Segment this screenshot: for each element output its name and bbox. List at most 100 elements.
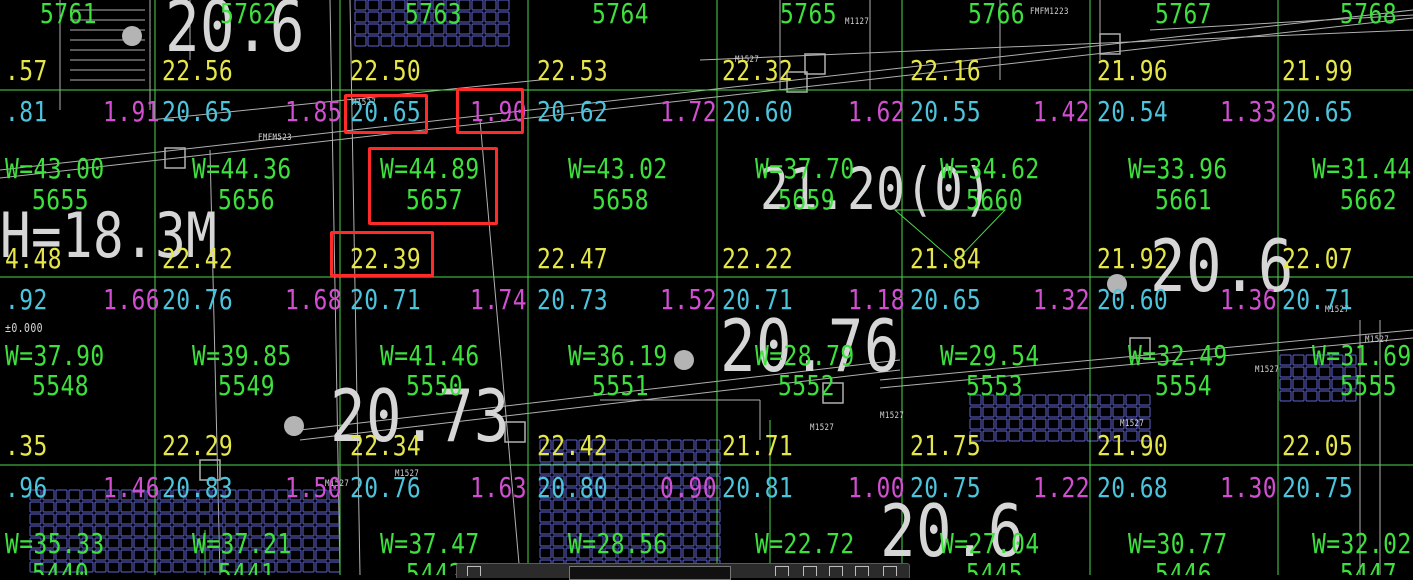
seat-block-far-right [1292,366,1305,378]
seat-block-left [42,513,55,525]
seat-block-left [133,561,146,573]
seat-block-left [146,561,159,573]
seat-block-right [1073,418,1086,430]
seat-block-far-right [1305,390,1318,402]
seat-block-far-right [1279,354,1292,366]
room-id-label: 5550 [406,369,463,402]
ground-elevation-label: .35 [5,429,48,462]
ground-elevation-label: 22.29 [162,429,234,462]
room-id-label: 5763 [405,0,462,30]
seat-block-left [198,513,211,525]
seat-block-far-right [1292,354,1305,366]
seat-block-top [380,11,393,23]
door-tag: M1527 [810,423,835,433]
depth-value-label: 1.63 [470,471,527,504]
depth-value-label: 0.90 [660,471,717,504]
seat-block-left [172,561,185,573]
seat-block-top [393,23,406,35]
layer-dropdown[interactable] [569,566,731,580]
seat-block-center [552,523,565,535]
floor-elevation-label: 20.71 [722,283,794,316]
room-area-label: W=37.90 [5,339,105,372]
seat-block-left [29,513,42,525]
seat-block-right [982,418,995,430]
depth-value-label: 1.36 [1220,283,1277,316]
cad-drawing-canvas[interactable]: 20.6 H=18.3M 21.20(0) 20.6 20.76 20.73 20.6 ±0.… [0,0,1413,575]
seat-block-left [146,525,159,537]
seat-block-right [1060,418,1073,430]
seat-block-top [497,23,510,35]
seat-block-right [1086,406,1099,418]
seat-block-left [237,489,250,501]
seat-block-left [328,513,341,525]
seat-block-right [1099,394,1112,406]
seat-block-left [133,549,146,561]
room-area-label: W=41.46 [380,339,480,372]
room-area-label: W=27.04 [940,527,1040,560]
seat-block-center [643,451,656,463]
seat-block-center [539,535,552,547]
seat-block-right [1008,430,1021,442]
floor-elevation-label: 20.73 [537,283,609,316]
seat-block-center [695,523,708,535]
seat-block-right [1099,406,1112,418]
seat-block-center [643,487,656,499]
seat-block-center [539,523,552,535]
seat-block-center [630,439,643,451]
seat-block-right [1125,406,1138,418]
ground-elevation-label: 22.56 [162,54,234,87]
room-id-label: 5761 [40,0,97,30]
ground-elevation-label: 22.42 [537,429,609,462]
room-id-label: 5766 [968,0,1025,30]
ground-elevation-label: 4.48 [5,242,62,275]
seat-block-center [552,511,565,523]
room-id-label: 5549 [218,369,275,402]
seat-block-center [708,451,721,463]
seat-block-right [1034,418,1047,430]
cad-bottom-toolbar[interactable] [456,563,910,580]
ground-elevation-label: 22.34 [350,429,422,462]
seat-block-center [708,511,721,523]
seat-block-left [68,489,81,501]
seat-block-right [1034,406,1047,418]
depth-value-label: 1.91 [103,95,160,128]
seat-block-top [471,11,484,23]
room-area-label: W=36.19 [568,339,668,372]
seat-block-center [682,439,695,451]
seat-block-left [263,513,276,525]
room-id-label: 5442 [406,557,463,576]
seat-block-left [159,513,172,525]
seat-block-right [1008,418,1021,430]
room-area-label: W=28.56 [568,527,668,560]
floor-elevation-label: 20.65 [162,95,234,128]
seat-block-center [539,547,552,559]
door-tag: FMFM1223 [1030,7,1069,17]
room-area-label: W=44.36 [192,152,292,185]
room-id-label: 5446 [1155,557,1212,576]
seat-block-top [497,35,510,47]
seat-block-left [120,513,133,525]
depth-value-label: 1.18 [848,283,905,316]
door-tag: FMFM523 [258,133,292,143]
seat-block-left [159,561,172,573]
seat-block-left [289,561,302,573]
seat-block-top [380,35,393,47]
room-id-label: 5445 [966,557,1023,576]
seat-block-center [682,511,695,523]
seat-block-center [617,511,630,523]
seat-block-top [354,35,367,47]
seat-block-left [159,549,172,561]
seat-block-right [1138,406,1151,418]
seat-block-top [497,0,510,11]
ground-elevation-label: 22.05 [1282,429,1354,462]
seat-block-center [630,451,643,463]
seat-block-right [1034,430,1047,442]
seat-block-left [133,525,146,537]
seat-block-center [708,535,721,547]
door-tag: M1527 [880,411,905,421]
seat-block-left [172,525,185,537]
seat-block-center [630,511,643,523]
seat-block-right [1034,394,1047,406]
floor-elevation-label: 20.65 [1282,95,1354,128]
seat-block-center [643,475,656,487]
